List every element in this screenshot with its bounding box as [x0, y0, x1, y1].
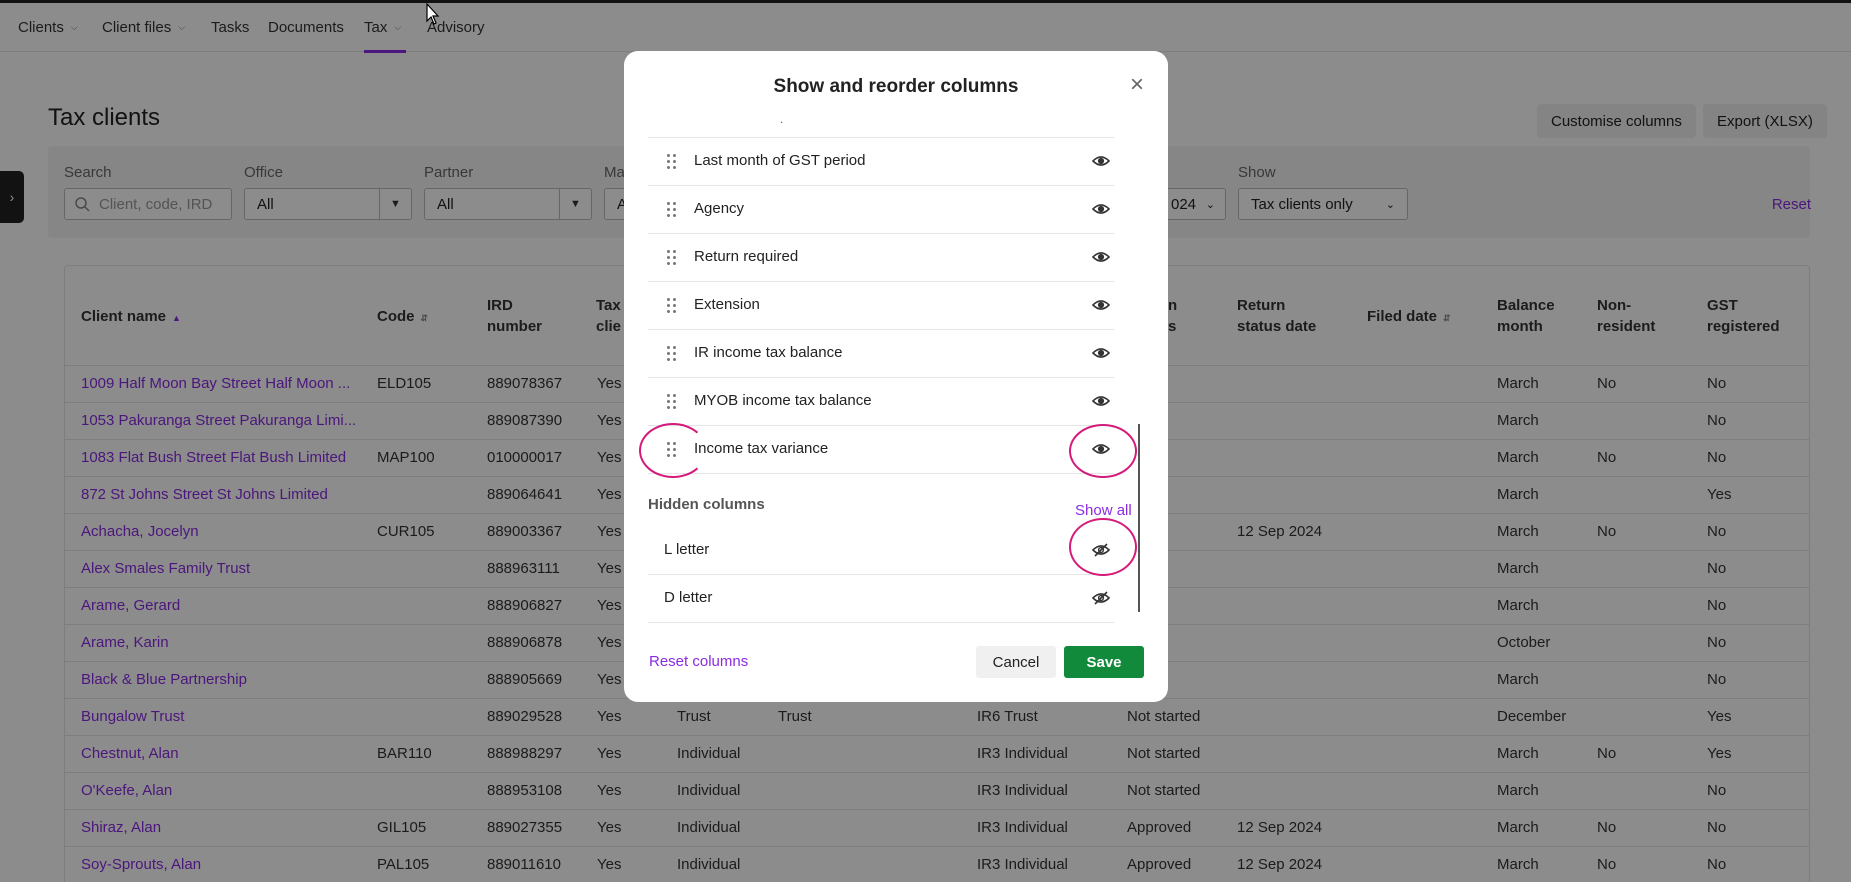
eye-icon[interactable] [1092, 346, 1110, 360]
eye-icon[interactable] [1092, 202, 1110, 216]
column-label: Last month of GST period [694, 152, 866, 169]
column-item[interactable]: Extension [648, 282, 1114, 330]
drag-handle-icon[interactable] [667, 298, 677, 314]
cancel-button[interactable]: Cancel [976, 646, 1056, 678]
drag-handle-icon[interactable] [667, 250, 677, 266]
eye-icon[interactable] [1092, 394, 1110, 408]
close-icon[interactable]: × [1130, 71, 1144, 99]
eye-icon[interactable] [1092, 298, 1110, 312]
truncated-row-dot: . [780, 112, 784, 126]
drag-handle-icon[interactable] [667, 154, 677, 170]
annotation-circle-eye [1069, 424, 1137, 478]
column-label: L letter [664, 541, 710, 558]
modal-title: Show and reorder columns [773, 76, 1019, 97]
column-label: MYOB income tax balance [694, 392, 872, 409]
column-label: IR income tax balance [694, 344, 843, 361]
column-label: Income tax variance [694, 440, 829, 457]
eye-icon[interactable] [1092, 250, 1110, 264]
mouse-cursor-icon [426, 3, 440, 25]
reset-columns-link[interactable]: Reset columns [649, 653, 748, 670]
column-item[interactable]: Return required [648, 234, 1114, 282]
hidden-column-item[interactable]: L letter [648, 527, 1114, 575]
eye-icon[interactable] [1092, 154, 1110, 168]
save-button[interactable]: Save [1064, 646, 1144, 678]
hidden-column-item[interactable]: D letter [648, 575, 1114, 623]
column-item[interactable]: IR income tax balance [648, 330, 1114, 378]
eye-off-icon[interactable] [1092, 591, 1110, 605]
modal-scrollbar[interactable] [1138, 424, 1140, 612]
column-item[interactable]: MYOB income tax balance [648, 378, 1114, 426]
column-label: D letter [664, 589, 713, 606]
column-item[interactable]: Income tax variance [648, 426, 1114, 474]
hidden-columns-heading: Hidden columns [648, 496, 765, 513]
annotation-circle-eye-hidden [1069, 518, 1137, 576]
drag-handle-icon[interactable] [667, 202, 677, 218]
column-label: Extension [694, 296, 760, 313]
column-label: Agency [694, 200, 745, 217]
column-label: Return required [694, 248, 799, 265]
show-all-link[interactable]: Show all [1075, 502, 1132, 519]
column-item[interactable]: Last month of GST period [648, 138, 1114, 186]
drag-handle-icon[interactable] [667, 346, 677, 362]
column-item[interactable]: Agency [648, 186, 1114, 234]
annotation-circle-drag [639, 423, 707, 478]
drag-handle-icon[interactable] [667, 394, 677, 410]
